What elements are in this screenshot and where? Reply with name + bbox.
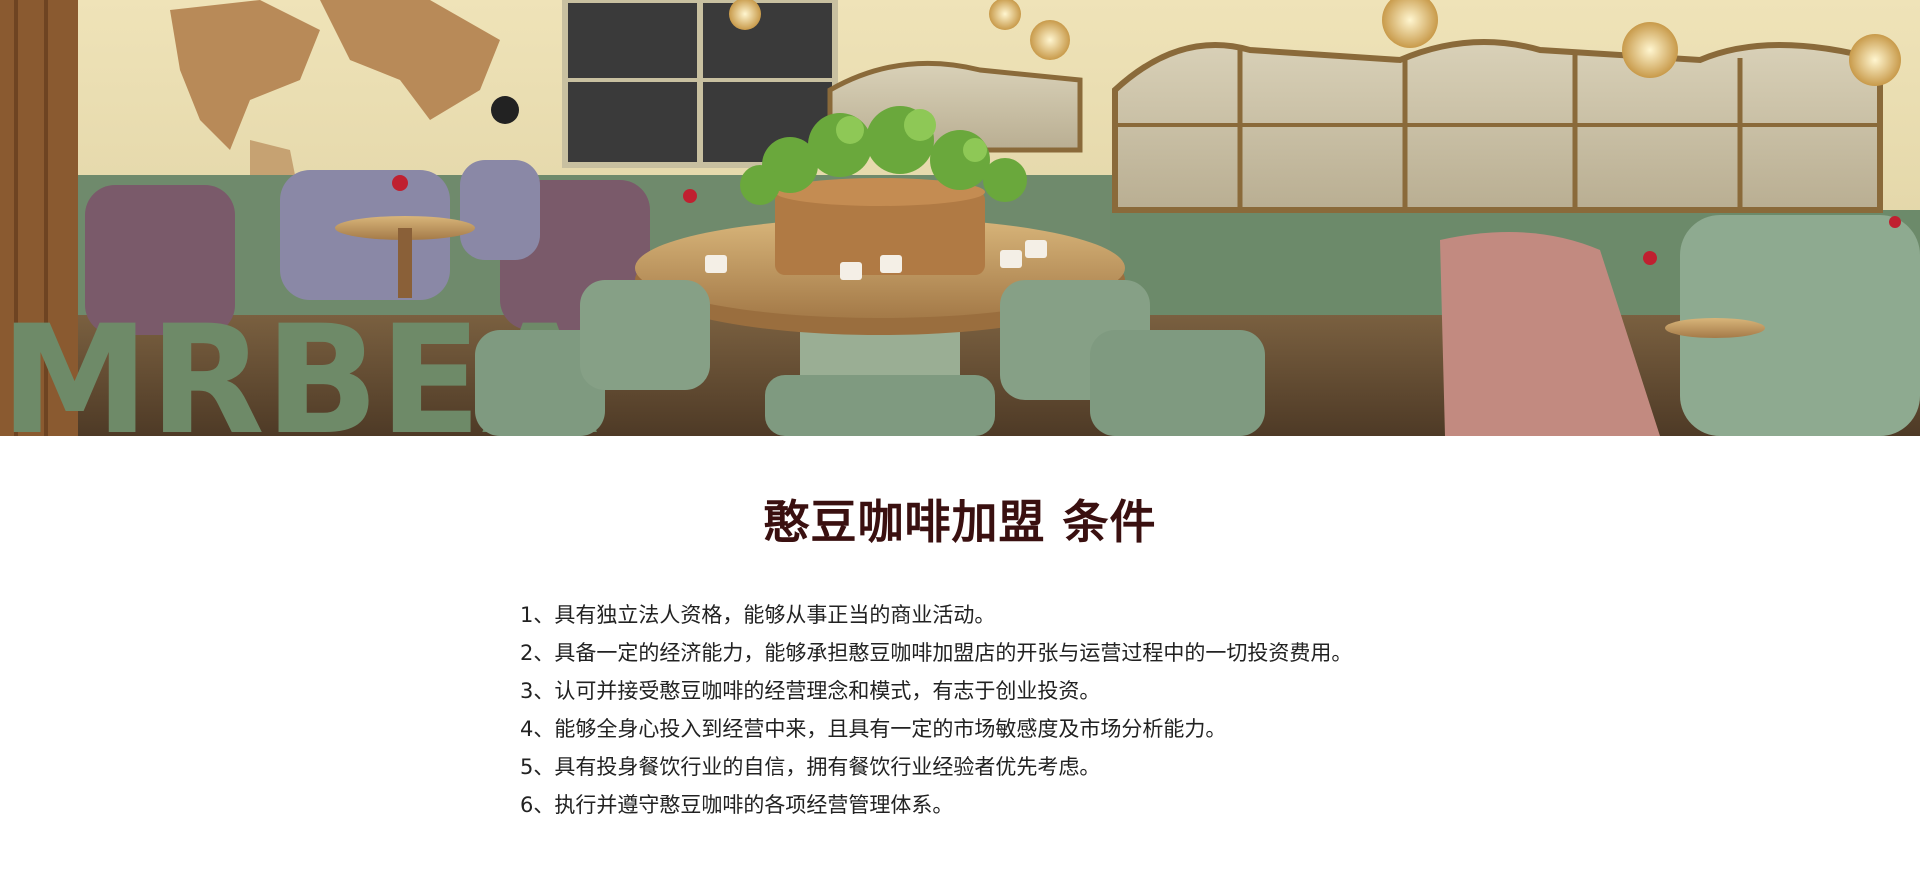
- hero-banner: MRBEA: [0, 0, 1920, 436]
- condition-item-1: 1、具有独立法人资格，能够从事正当的商业活动。: [520, 603, 996, 627]
- section-title: 憨豆咖啡加盟 条件: [763, 495, 1157, 549]
- condition-item-5: 5、具有投身餐饮行业的自信，拥有餐饮行业经验者优先考虑。: [520, 755, 1101, 779]
- condition-item-3: 3、认可并接受憨豆咖啡的经营理念和模式，有志于创业投资。: [520, 679, 1101, 703]
- condition-item-6: 6、执行并遵守憨豆咖啡的各项经营管理体系。: [520, 793, 954, 817]
- cafe-interior-image: MRBEA: [0, 0, 1920, 436]
- franchise-conditions-section: 憨豆咖啡加盟 条件 1、具有独立法人资格，能够从事正当的商业活动。 2、具备一定…: [0, 436, 1920, 893]
- conditions-list: 1、具有独立法人资格，能够从事正当的商业活动。 2、具备一定的经济能力，能够承担…: [520, 596, 1520, 824]
- condition-item-4: 4、能够全身心投入到经营中来，且具有一定的市场敏感度及市场分析能力。: [520, 717, 1227, 741]
- condition-item-2: 2、具备一定的经济能力，能够承担憨豆咖啡加盟店的开张与运营过程中的一切投资费用。: [520, 641, 1353, 665]
